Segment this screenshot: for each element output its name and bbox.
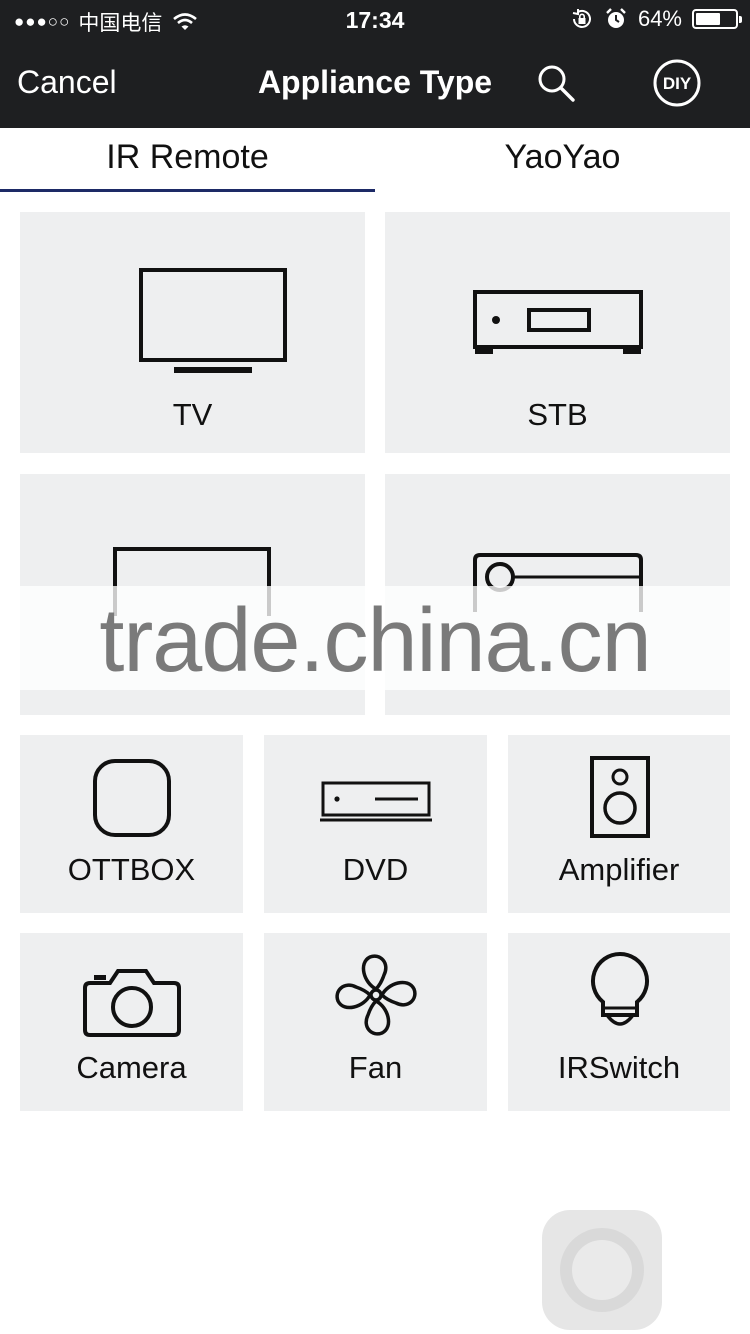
appliance-tile-dvd[interactable]: DVD: [264, 735, 487, 913]
tile-label: TV: [172, 397, 213, 432]
tile-label: STB: [527, 397, 588, 432]
top-bar: ●●●○○ 中国电信 17:34 64% Cancel Appliance Ty…: [0, 0, 750, 128]
battery-icon: [692, 9, 742, 29]
appliance-tile-stb[interactable]: STB: [385, 212, 730, 453]
navigation-bar: Cancel Appliance Type DIY: [0, 40, 750, 128]
light-bulb-icon: [590, 951, 650, 1026]
tab-selected-indicator: [0, 189, 375, 192]
camera-icon: [83, 969, 181, 1037]
appliance-tile-camera[interactable]: Camera: [20, 933, 243, 1111]
tab-yaoyao[interactable]: YaoYao: [375, 138, 750, 177]
search-icon[interactable]: [535, 62, 577, 104]
appliance-tile-irswitch[interactable]: IRSwitch: [508, 933, 730, 1111]
assistive-touch-inner-ring: [572, 1240, 632, 1300]
appliance-tile-fan[interactable]: Fan: [264, 933, 487, 1111]
tile-label: DVD: [342, 852, 409, 887]
set-top-box-icon: [473, 290, 643, 354]
status-bar: ●●●○○ 中国电信 17:34 64%: [0, 0, 750, 40]
appliance-tile-tv[interactable]: TV: [20, 212, 365, 453]
tab-bar: IR Remote YaoYao: [0, 128, 750, 192]
alarm-icon: [606, 8, 626, 28]
cancel-button[interactable]: Cancel: [17, 64, 117, 101]
tab-ir-remote[interactable]: IR Remote: [0, 138, 375, 177]
tile-label: OTTBOX: [67, 852, 196, 887]
watermark-text: trade.china.cn: [99, 591, 651, 691]
tile-label: IRSwitch: [557, 1050, 681, 1085]
dvd-player-icon: [320, 781, 432, 822]
tile-label: Amplifier: [558, 852, 680, 887]
rotation-lock-icon: [572, 9, 591, 28]
assistive-touch-button[interactable]: [542, 1210, 662, 1330]
ottbox-icon: [93, 759, 171, 837]
appliance-tile-amplifier[interactable]: Amplifier: [508, 735, 730, 913]
fan-icon: [335, 954, 417, 1036]
tv-icon: [139, 268, 287, 373]
battery-percent: 64%: [637, 6, 682, 31]
tile-label: Fan: [348, 1050, 403, 1085]
diy-label: DIY: [663, 74, 692, 93]
appliance-tile-ottbox[interactable]: OTTBOX: [20, 735, 243, 913]
status-right: 64%: [570, 6, 742, 32]
diy-button[interactable]: DIY: [652, 58, 702, 108]
speaker-icon: [590, 756, 650, 838]
tile-label: Camera: [76, 1050, 187, 1085]
battery-fill: [696, 13, 720, 25]
